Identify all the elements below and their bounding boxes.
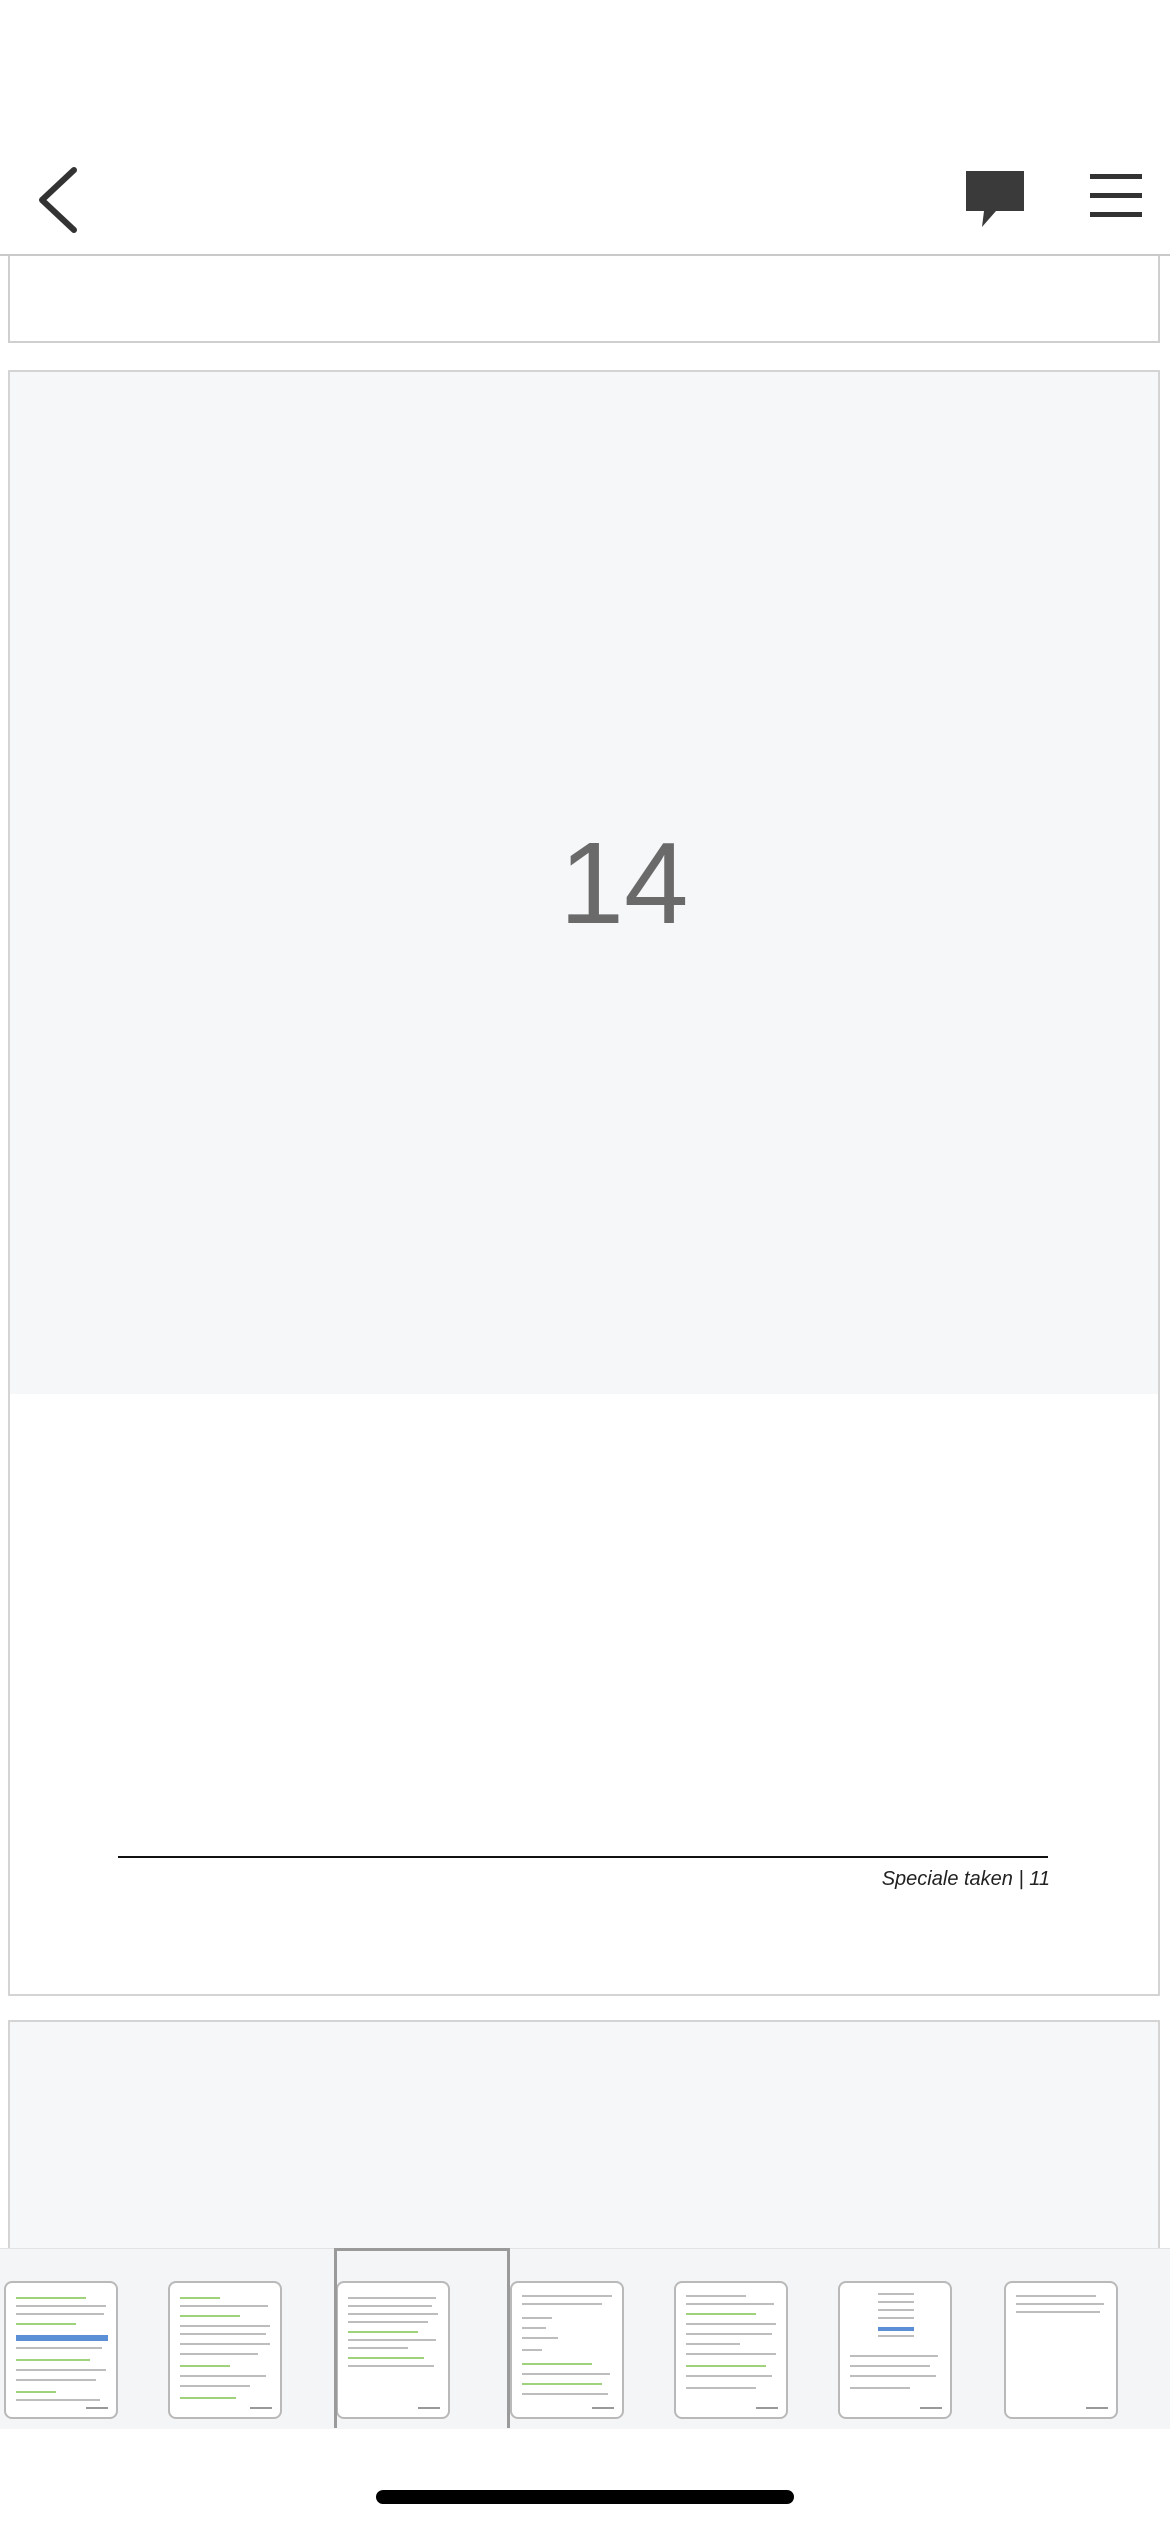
page-thumbnail[interactable]: [510, 2281, 624, 2419]
back-button[interactable]: [30, 160, 90, 240]
menu-button[interactable]: [1088, 170, 1146, 222]
selected-thumbnail-frame: [334, 2248, 510, 2428]
page-thumbnail-strip[interactable]: [0, 2248, 1170, 2429]
hamburger-menu-icon: [1090, 174, 1142, 217]
document-viewer[interactable]: 14 Speciale taken | 11: [0, 256, 1170, 2248]
page-number-placeholder: 14: [559, 818, 689, 948]
page-thumbnail[interactable]: [838, 2281, 952, 2419]
next-page: [8, 2020, 1160, 2248]
page-loading-placeholder: 14: [10, 372, 1158, 1394]
page-thumbnail[interactable]: [1004, 2281, 1118, 2419]
top-toolbar: [0, 0, 1170, 256]
comment-icon: [966, 171, 1024, 227]
current-page: 14 Speciale taken | 11: [8, 370, 1160, 1996]
page-thumbnail[interactable]: [168, 2281, 282, 2419]
page-thumbnail[interactable]: [4, 2281, 118, 2419]
page-footer-text: Speciale taken | 11: [881, 1868, 1050, 1890]
chevron-left-icon: [39, 167, 77, 233]
previous-page: [8, 256, 1160, 343]
comments-button[interactable]: [962, 165, 1028, 231]
page-footer-rule: [118, 1856, 1048, 1858]
page-thumbnail[interactable]: [674, 2281, 788, 2419]
home-indicator[interactable]: [376, 2490, 794, 2504]
